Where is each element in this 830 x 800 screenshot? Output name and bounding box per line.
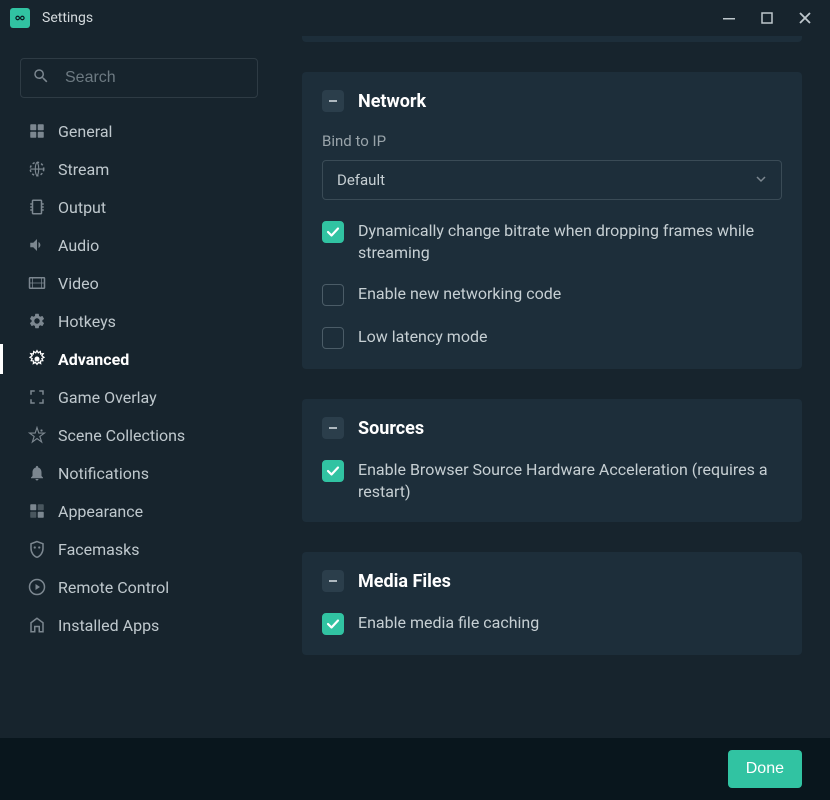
checkbox-dynamic-bitrate[interactable] — [322, 221, 344, 243]
sidebar-item-video[interactable]: Video — [0, 264, 278, 302]
checkbox-browser-hwaccel[interactable] — [322, 460, 344, 482]
sidebar-item-advanced[interactable]: Advanced — [0, 340, 278, 378]
field-label-bind-ip: Bind to IP — [322, 132, 782, 150]
sidebar-item-label: Advanced — [58, 350, 129, 369]
sidebar-item-game-overlay[interactable]: Game Overlay — [0, 378, 278, 416]
sidebar-item-facemasks[interactable]: Facemasks — [0, 530, 278, 568]
panel-media-files: Media Files Enable media file caching — [302, 552, 802, 655]
sidebar-item-label: Appearance — [58, 502, 143, 521]
sidebar-item-hotkeys[interactable]: Hotkeys — [0, 302, 278, 340]
sidebar-item-label: Game Overlay — [58, 388, 157, 407]
search-input[interactable] — [20, 58, 258, 98]
sidebar-item-output[interactable]: Output — [0, 188, 278, 226]
sidebar-item-label: Video — [58, 274, 99, 293]
checkbox-label: Enable new networking code — [358, 283, 561, 305]
remote-control-icon — [26, 576, 48, 598]
close-button[interactable] — [790, 3, 820, 33]
checkbox-media-caching[interactable] — [322, 613, 344, 635]
video-icon — [26, 272, 48, 294]
search-wrapper — [20, 58, 258, 98]
sidebar-item-installed-apps[interactable]: Installed Apps — [0, 606, 278, 644]
window-title: Settings — [42, 10, 93, 26]
panel-title: Network — [358, 91, 426, 112]
notifications-icon — [26, 462, 48, 484]
appearance-icon — [26, 500, 48, 522]
checkbox-low-latency[interactable] — [322, 327, 344, 349]
scene-collections-icon — [26, 424, 48, 446]
maximize-button[interactable] — [752, 3, 782, 33]
panel-title: Media Files — [358, 571, 451, 592]
sidebar-item-label: Remote Control — [58, 578, 169, 597]
sidebar-item-label: Installed Apps — [58, 616, 159, 635]
sidebar-item-label: Facemasks — [58, 540, 140, 559]
stream-icon — [26, 158, 48, 180]
panel-title: Sources — [358, 418, 424, 439]
sidebar-item-notifications[interactable]: Notifications — [0, 454, 278, 492]
sidebar-item-appearance[interactable]: Appearance — [0, 492, 278, 530]
sidebar: General Stream Output Audio Video Hotkeys Adva… — [0, 36, 278, 738]
audio-icon — [26, 234, 48, 256]
main-content: Network Bind to IP Default Dynamically c… — [278, 36, 830, 738]
collapse-button[interactable] — [322, 90, 344, 112]
collapse-button[interactable] — [322, 417, 344, 439]
hotkeys-icon — [26, 310, 48, 332]
titlebar: Settings — [0, 0, 830, 36]
sidebar-item-label: Output — [58, 198, 106, 217]
advanced-icon — [26, 348, 48, 370]
facemasks-icon — [26, 538, 48, 560]
sidebar-item-scene-collections[interactable]: Scene Collections — [0, 416, 278, 454]
sidebar-item-label: Scene Collections — [58, 426, 185, 445]
checkbox-label: Low latency mode — [358, 326, 487, 348]
bind-ip-select[interactable]: Default — [322, 160, 782, 200]
collapse-button[interactable] — [322, 570, 344, 592]
panel-network: Network Bind to IP Default Dynamically c… — [302, 72, 802, 369]
select-value: Default — [337, 171, 385, 189]
search-icon — [32, 67, 50, 89]
game-overlay-icon — [26, 386, 48, 408]
checkbox-new-networking[interactable] — [322, 284, 344, 306]
chevron-down-icon — [755, 171, 767, 189]
installed-apps-icon — [26, 614, 48, 636]
sidebar-item-label: Hotkeys — [58, 312, 116, 331]
window-controls — [714, 3, 820, 33]
done-button[interactable]: Done — [728, 750, 802, 788]
app-icon — [10, 8, 30, 28]
sidebar-item-label: Stream — [58, 160, 109, 179]
checkbox-label: Enable media file caching — [358, 612, 539, 634]
checkbox-label: Enable Browser Source Hardware Accelerat… — [358, 459, 782, 502]
panel-sources: Sources Enable Browser Source Hardware A… — [302, 399, 802, 522]
sidebar-item-audio[interactable]: Audio — [0, 226, 278, 264]
output-icon — [26, 196, 48, 218]
sidebar-item-stream[interactable]: Stream — [0, 150, 278, 188]
sidebar-item-label: Audio — [58, 236, 99, 255]
sidebar-item-label: Notifications — [58, 464, 149, 483]
panel-partial-above — [302, 36, 802, 42]
sidebar-item-label: General — [58, 122, 112, 141]
footer: Done — [0, 738, 830, 800]
sidebar-item-remote-control[interactable]: Remote Control — [0, 568, 278, 606]
general-icon — [26, 120, 48, 142]
minimize-button[interactable] — [714, 3, 744, 33]
sidebar-item-general[interactable]: General — [0, 112, 278, 150]
checkbox-label: Dynamically change bitrate when dropping… — [358, 220, 782, 263]
